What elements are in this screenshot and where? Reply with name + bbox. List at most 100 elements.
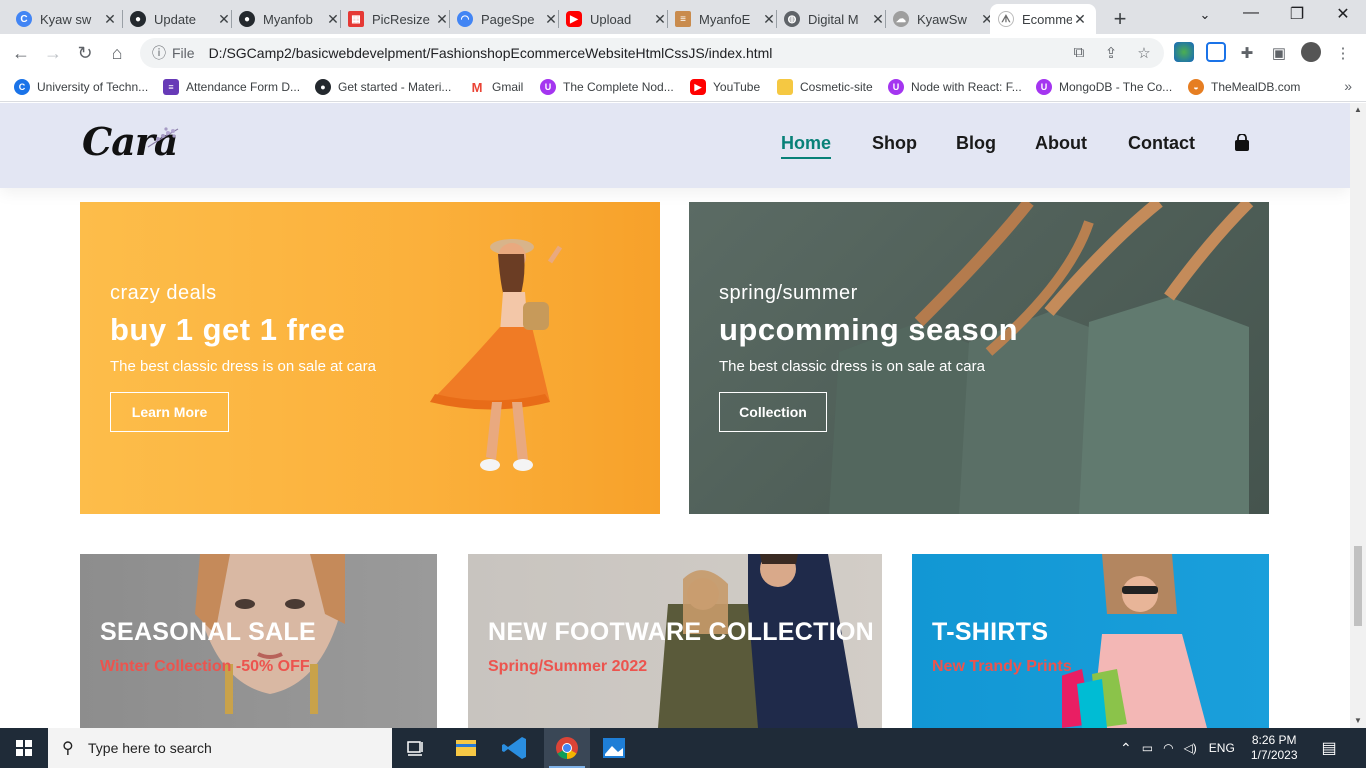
promo-new-footware[interactable]: NEW FOOTWARE COLLECTION Spring/Summer 20… xyxy=(468,554,882,728)
tab-label: Upload xyxy=(590,11,632,27)
url-text[interactable]: D:/SGCamp2/basicwebdevelpment/Fashionsho… xyxy=(209,45,773,61)
chevron-right-icon[interactable]: » xyxy=(1344,78,1352,94)
udemy-icon: U xyxy=(1036,79,1052,95)
close-icon[interactable]: ✕ xyxy=(761,11,777,28)
restore-icon[interactable]: ❐ xyxy=(1282,4,1312,24)
avatar[interactable] xyxy=(1301,42,1321,62)
scroll-thumb[interactable] xyxy=(1354,546,1362,626)
back-icon[interactable]: ← xyxy=(9,41,33,65)
close-icon[interactable]: ✕ xyxy=(1072,11,1088,28)
window-close-icon[interactable]: ✕ xyxy=(1328,4,1358,24)
bookmark-item[interactable]: U MongoDB - The Co... xyxy=(1036,77,1172,97)
photos-icon[interactable] xyxy=(594,732,634,764)
bookmark-item[interactable]: U Node with React: F... xyxy=(888,77,1022,97)
menu-icon[interactable]: ⋮ xyxy=(1333,44,1353,62)
shopping-bag-icon[interactable] xyxy=(1234,134,1250,152)
clock[interactable]: 8:26 PM 1/7/2023 xyxy=(1251,733,1298,763)
udemy-icon: U xyxy=(888,79,904,95)
vscode-icon[interactable] xyxy=(496,732,536,764)
sidepanel-icon[interactable]: ▣ xyxy=(1269,44,1289,62)
nav-shop[interactable]: Shop xyxy=(872,133,917,154)
close-icon[interactable]: ✕ xyxy=(543,11,559,28)
promo-subtitle: New Trandy Prints xyxy=(932,658,1072,675)
tab-label: Kyaw sw xyxy=(40,11,92,27)
lavender-icon xyxy=(147,127,179,148)
volume-icon[interactable]: ◁) xyxy=(1184,741,1197,755)
bookmark-item[interactable]: ≡ Attendance Form D... xyxy=(163,77,300,97)
bookmark-item[interactable]: M Gmail xyxy=(469,77,523,97)
close-icon[interactable]: ✕ xyxy=(325,11,341,28)
bookmark-item[interactable]: C University of Techn... xyxy=(14,77,148,97)
bookmark-item[interactable]: Cosmetic-site xyxy=(777,77,873,97)
browser-tab[interactable]: ▦ PicResize ✕ xyxy=(340,4,458,34)
extension-icon[interactable] xyxy=(1206,42,1226,62)
search-icon: ⚲ xyxy=(62,740,74,757)
address-bar[interactable]: ⓘ File D:/SGCamp2/basicwebdevelpment/Fas… xyxy=(140,38,1164,68)
windows-start-icon[interactable] xyxy=(0,728,48,768)
battery-icon[interactable]: ▭ xyxy=(1142,741,1153,755)
browser-tab[interactable]: ☁ KyawSw ✕ xyxy=(885,4,1003,34)
tab-label: KyawSw xyxy=(917,11,967,27)
browser-tab[interactable]: ● Myanfob ✕ xyxy=(231,4,349,34)
wifi-icon[interactable]: ◠ xyxy=(1163,741,1173,755)
browser-tab[interactable]: ● Update ✕ xyxy=(122,4,240,34)
cara-icon: ᗑ xyxy=(998,11,1014,27)
banner-title: upcomming season xyxy=(719,312,1019,347)
page-viewport: Cara Home Shop Blog About Contact crazy … xyxy=(0,103,1350,728)
translate-icon[interactable]: ⧉ xyxy=(1069,44,1089,61)
collection-button[interactable]: Collection xyxy=(719,392,827,432)
folder-icon xyxy=(777,79,793,95)
notification-icon[interactable]: ▤ xyxy=(1322,738,1337,758)
bookmarks-bar: C University of Techn... ≡ Attendance Fo… xyxy=(0,72,1366,102)
form-icon: ≡ xyxy=(163,79,179,95)
new-tab-icon[interactable]: + xyxy=(1108,6,1132,32)
close-icon[interactable]: ✕ xyxy=(216,11,232,28)
browser-tab[interactable]: ≡ MyanfoE ✕ xyxy=(667,4,785,34)
file-explorer-icon[interactable] xyxy=(446,732,486,764)
close-icon[interactable]: ✕ xyxy=(434,11,450,28)
close-icon[interactable]: ✕ xyxy=(652,11,668,28)
tab-label: Digital M xyxy=(808,11,859,27)
browser-tab[interactable]: ◍ Digital M ✕ xyxy=(776,4,894,34)
model-photo xyxy=(430,239,563,471)
banner-subtitle: spring/summer xyxy=(719,282,858,304)
taskbar-search-input[interactable]: ⚲ Type here to search xyxy=(48,728,392,768)
promo-seasonal-sale[interactable]: SEASONAL SALE Winter Collection -50% OFF xyxy=(80,554,437,728)
tab-search-icon[interactable]: ⌄ xyxy=(1190,7,1220,23)
star-icon[interactable]: ☆ xyxy=(1134,44,1154,62)
browser-tab[interactable]: C Kyaw sw ✕ xyxy=(8,4,126,34)
learn-more-button[interactable]: Learn More xyxy=(110,392,229,432)
info-icon[interactable]: ⓘ xyxy=(152,43,166,63)
scroll-down-icon[interactable]: ▼ xyxy=(1350,714,1366,728)
promo-t-shirts[interactable]: T-SHIRTS New Trandy Prints xyxy=(912,554,1269,728)
chevron-up-icon[interactable]: ⌃ xyxy=(1120,740,1132,757)
close-icon[interactable]: ✕ xyxy=(102,11,118,28)
share-icon[interactable]: ⇪ xyxy=(1101,44,1121,62)
active-nav-indicator xyxy=(781,157,831,159)
home-icon[interactable]: ⌂ xyxy=(105,41,129,65)
browser-tab[interactable]: ◠ PageSpe ✕ xyxy=(449,4,567,34)
browser-tab[interactable]: ▶ Upload ✕ xyxy=(558,4,676,34)
extension-icon[interactable] xyxy=(1174,42,1194,62)
close-icon[interactable]: ✕ xyxy=(870,11,886,28)
nav-about[interactable]: About xyxy=(1035,133,1087,154)
browser-tab-active[interactable]: ᗑ Ecomme ✕ xyxy=(990,4,1096,34)
forward-icon[interactable]: → xyxy=(41,41,65,65)
scroll-up-icon[interactable]: ▲ xyxy=(1350,103,1366,117)
nav-blog[interactable]: Blog xyxy=(956,133,996,154)
minimize-icon[interactable]: — xyxy=(1236,4,1266,22)
bookmark-item[interactable]: U The Complete Nod... xyxy=(540,77,674,97)
system-tray: ⌃ ▭ ◠ ◁) ENG 8:26 PM 1/7/2023 ▤ xyxy=(1120,728,1337,768)
nav-contact[interactable]: Contact xyxy=(1128,133,1195,154)
bookmark-item[interactable]: ◒ TheMealDB.com xyxy=(1188,77,1300,97)
bookmark-item[interactable]: ● Get started - Materi... xyxy=(315,77,451,97)
chrome-taskbar-item[interactable] xyxy=(544,728,590,768)
puzzle-icon[interactable]: ✚ xyxy=(1237,44,1257,62)
task-view-icon[interactable] xyxy=(396,732,436,764)
language-indicator[interactable]: ENG xyxy=(1209,741,1235,755)
bookmark-item[interactable]: ▶ YouTube xyxy=(690,77,760,97)
page-scrollbar[interactable]: ▲ ▼ xyxy=(1350,103,1366,728)
promo-subtitle: Spring/Summer 2022 xyxy=(488,658,648,675)
reload-icon[interactable]: ↻ xyxy=(73,41,97,65)
nav-home[interactable]: Home xyxy=(781,133,831,154)
